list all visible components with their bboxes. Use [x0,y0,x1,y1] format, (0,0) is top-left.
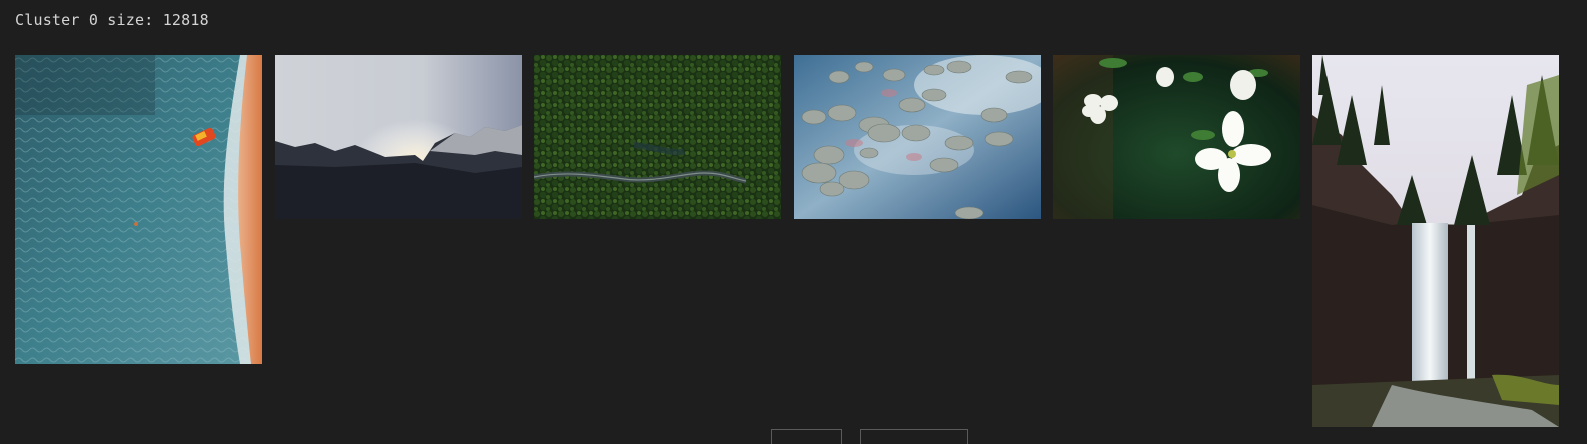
cluster-title: Cluster 0 size: 12818 [15,11,209,29]
image-thumbnail-mountain[interactable] [275,55,522,219]
forest-image [534,55,781,219]
image-thumbnail-lily-pads[interactable] [794,55,1041,219]
image-thumbnail-beach[interactable] [15,55,262,364]
mountain-image [275,55,522,219]
image-thumbnail-flowers[interactable] [1053,55,1300,219]
beach-image [15,55,262,364]
image-thumbnail-forest[interactable] [534,55,781,219]
lily-pads-image [794,55,1041,219]
image-thumbnail-waterfall[interactable] [1312,55,1559,427]
flowers-image [1053,55,1300,219]
waterfall-image [1312,55,1559,427]
